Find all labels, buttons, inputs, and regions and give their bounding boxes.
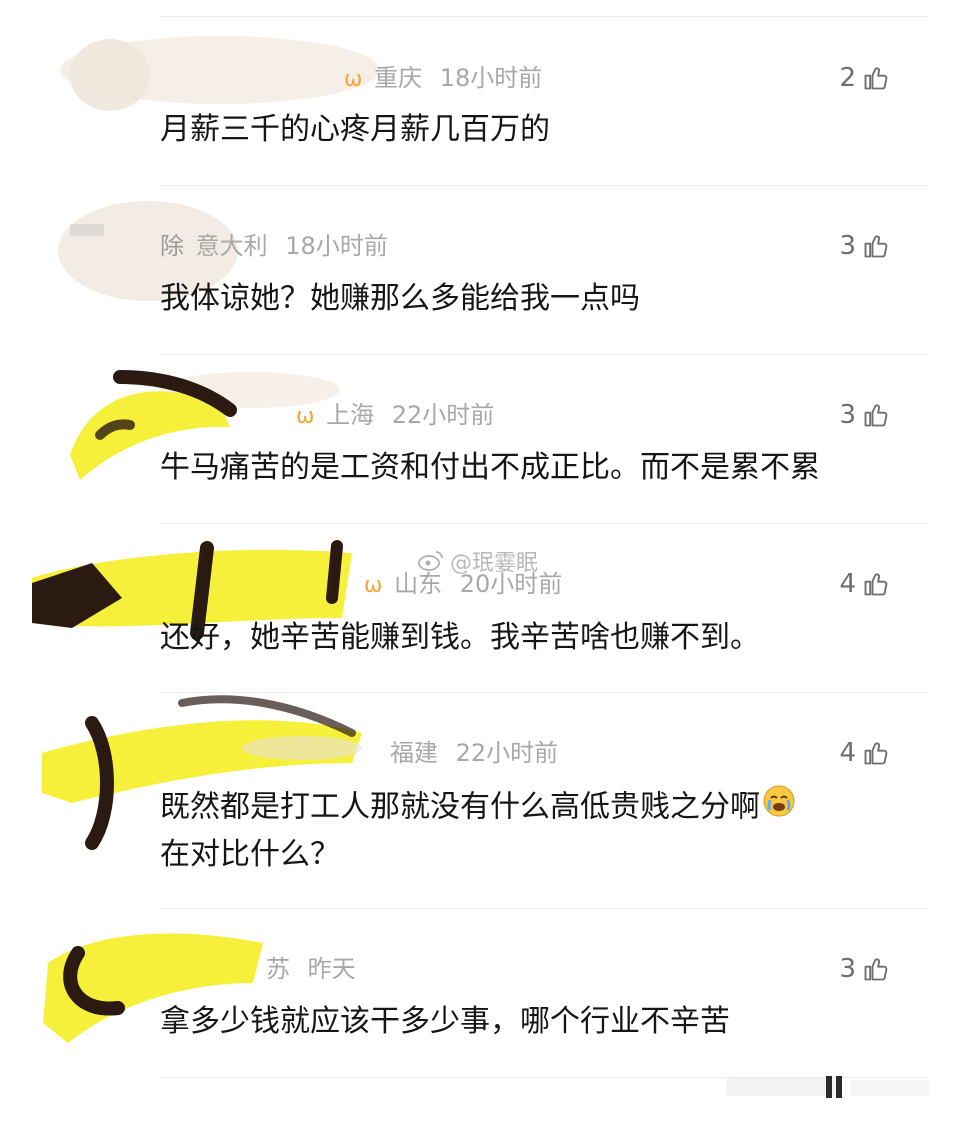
crying-face-icon	[762, 784, 796, 832]
avatar-redacted[interactable]	[32, 538, 352, 658]
comment-text: 既然都是打工人那就没有什么高低贵贱之分啊 在对比什么？	[160, 784, 880, 878]
comment-text: 牛马痛苦的是工资和付出不成正比。而不是累不累	[160, 450, 820, 485]
comment-divider	[160, 185, 928, 186]
like-count: 4	[839, 569, 856, 599]
corner-watermark	[726, 1074, 936, 1102]
vip-badge-icon: ѡ	[344, 67, 363, 92]
comment-location: 山东	[394, 570, 443, 598]
avatar-redacted[interactable]	[32, 693, 362, 850]
thumbs-up-icon	[862, 64, 890, 92]
comment-meta: 除 意大利 18小时前	[160, 226, 388, 266]
comment-username[interactable]: 除	[160, 232, 184, 260]
top-divider	[160, 16, 928, 17]
comment-time: 22小时前	[455, 739, 559, 767]
comment-divider	[160, 354, 928, 355]
comment-time: 18小时前	[439, 64, 543, 92]
thumbs-up-icon	[862, 739, 890, 767]
thumbs-up-icon	[862, 232, 890, 260]
avatar-redacted[interactable]	[48, 196, 238, 316]
comment-location: 福建	[390, 739, 438, 767]
like-count: 4	[839, 738, 856, 768]
thumbs-up-icon	[862, 401, 890, 429]
like-count: 3	[839, 231, 856, 261]
comment-time: 昨天	[307, 955, 356, 983]
comment-meta: ѡ 上海 22小时前	[296, 395, 494, 435]
comment-time: 22小时前	[391, 401, 495, 429]
thumbs-up-icon	[862, 570, 890, 598]
comment-time: 18小时前	[285, 232, 388, 260]
vip-badge-icon: ѡ	[296, 404, 315, 429]
comment-divider	[160, 523, 928, 524]
like-count: 3	[839, 954, 856, 984]
like-count: 2	[839, 63, 856, 93]
like-button[interactable]: 3	[839, 226, 890, 266]
like-button[interactable]: 3	[839, 395, 890, 435]
comment-divider	[160, 908, 928, 909]
comment-time: 20小时前	[459, 570, 563, 598]
vip-badge-icon: ѡ	[364, 573, 383, 598]
comment-text: 我体谅她？她赚那么多能给我一点吗	[160, 281, 640, 316]
comment-text: 拿多少钱就应该干多少事，哪个行业不辛苦	[160, 1004, 730, 1039]
like-button[interactable]: 4	[839, 733, 890, 773]
comment-location: 意大利	[195, 232, 268, 260]
thumbs-up-icon	[862, 955, 890, 983]
avatar-redacted[interactable]	[38, 923, 263, 1043]
comment-text-line: 在对比什么？	[160, 837, 340, 872]
comment-text-line: 既然都是打工人那就没有什么高低贵贱之分啊	[160, 789, 760, 825]
like-button[interactable]: 4	[839, 564, 890, 604]
comment-text: 月薪三千的心疼月薪几百万的	[160, 112, 550, 147]
comment-meta: 苏 昨天	[262, 949, 356, 989]
like-count: 3	[839, 400, 856, 430]
like-button[interactable]: 2	[839, 58, 890, 98]
comment-meta: ѡ 山东 20小时前	[364, 564, 562, 604]
comment-location: 上海	[326, 401, 375, 429]
comment-meta: 福建 22小时前	[386, 733, 558, 773]
comment-location: 苏	[266, 955, 290, 983]
comment-location: 重庆	[374, 64, 423, 92]
comment-text: 还好，她辛苦能赚到钱。我辛苦啥也赚不到。	[160, 620, 760, 655]
like-button[interactable]: 3	[839, 949, 890, 989]
comment-meta: ѡ 重庆 18小时前	[344, 58, 542, 98]
